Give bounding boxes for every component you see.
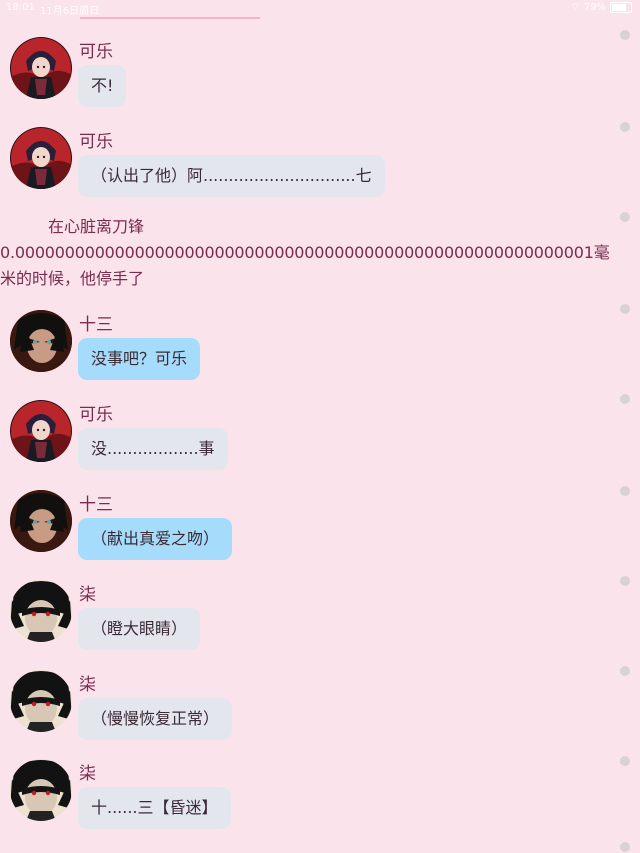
narration-line: 在心脏离刀锋 xyxy=(48,217,145,236)
sender-name: 十三 xyxy=(79,315,113,335)
battery-icon xyxy=(610,2,632,13)
scroll-indicator[interactable] xyxy=(620,30,632,852)
message-bubble[interactable]: （瞪大眼睛） xyxy=(78,608,201,650)
scroll-dot[interactable] xyxy=(620,756,630,766)
status-time: 18:01 xyxy=(6,2,35,13)
avatar[interactable] xyxy=(10,670,72,732)
wifi-icon: ⌔ xyxy=(570,2,580,13)
narration-line: 0.00000000000000000000000000000000000000… xyxy=(0,243,610,262)
top-divider xyxy=(80,17,260,19)
sender-name: 柒 xyxy=(79,764,96,784)
battery-percent: 79% xyxy=(583,2,606,13)
status-date: 11月6日周日 xyxy=(40,6,100,17)
avatar[interactable] xyxy=(10,37,72,99)
sender-name: 柒 xyxy=(79,585,96,605)
narration-text: 在心脏离刀锋 0.0000000000000000000000000000000… xyxy=(0,214,626,292)
avatar[interactable] xyxy=(10,400,72,462)
scroll-dot[interactable] xyxy=(620,394,630,404)
message-bubble[interactable]: 十......三【昏迷】 xyxy=(78,787,231,829)
sender-name: 柒 xyxy=(79,675,96,695)
avatar[interactable] xyxy=(10,127,72,189)
avatar[interactable] xyxy=(10,759,72,821)
message-bubble[interactable]: （献出真爱之吻） xyxy=(78,518,233,560)
avatar[interactable] xyxy=(10,310,72,372)
scroll-dot[interactable] xyxy=(620,842,630,852)
avatar[interactable] xyxy=(10,490,72,552)
avatar[interactable] xyxy=(10,580,72,642)
status-bar: 18:01 11月6日周日 ⌔ 79% xyxy=(0,0,640,17)
scroll-dot[interactable] xyxy=(620,122,630,132)
narration-line: 米的时候，他停手了 xyxy=(0,269,145,288)
message-bubble[interactable]: 没..................事 xyxy=(78,428,228,470)
scroll-dot[interactable] xyxy=(620,576,630,586)
scroll-dot[interactable] xyxy=(620,30,630,40)
message-bubble[interactable]: （慢慢恢复正常） xyxy=(78,698,233,740)
sender-name: 十三 xyxy=(79,495,113,515)
scroll-dot[interactable] xyxy=(620,304,630,314)
scroll-dot[interactable] xyxy=(620,486,630,496)
message-bubble[interactable]: 没事吧？可乐 xyxy=(78,338,201,380)
sender-name: 可乐 xyxy=(79,405,113,425)
status-right: ⌔ 79% xyxy=(570,1,632,14)
message-bubble[interactable]: （认出了他）阿..............................七 xyxy=(78,155,385,197)
message-bubble[interactable]: 不! xyxy=(78,65,127,107)
sender-name: 可乐 xyxy=(79,42,113,62)
scroll-dot[interactable] xyxy=(620,666,630,676)
sender-name: 可乐 xyxy=(79,132,113,152)
